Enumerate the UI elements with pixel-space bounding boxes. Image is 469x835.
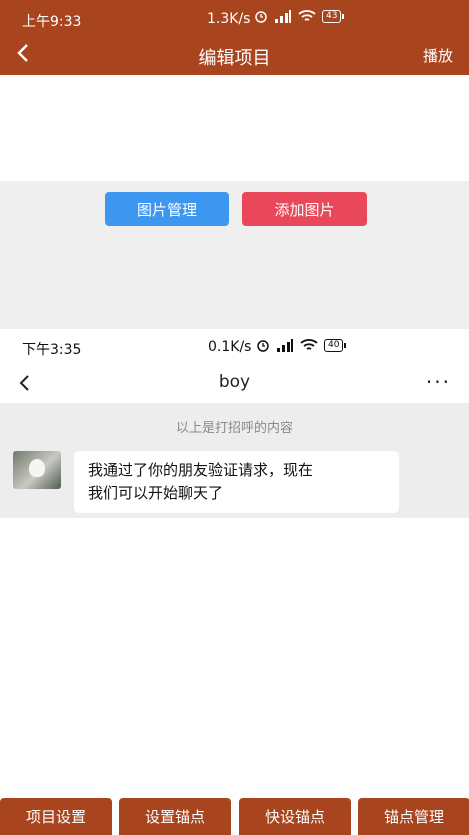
embedded-status-icons: 40 — [256, 338, 347, 352]
project-settings-button[interactable]: 项目设置 — [0, 798, 112, 835]
status-bar: 上午9:33 1.3K/s 43 — [0, 0, 469, 36]
chat-header: boy ··· — [0, 363, 469, 403]
anchor-manage-button[interactable]: 锚点管理 — [358, 798, 469, 835]
more-icon: ··· — [425, 370, 451, 394]
set-anchor-button[interactable]: 设置锚点 — [119, 798, 231, 835]
chat-title: boy — [218, 372, 251, 392]
message-line: 我通过了你的朋友验证请求，现在 — [88, 461, 314, 479]
battery-icon: 40 — [324, 338, 347, 352]
wifi-icon — [300, 338, 318, 350]
avatar — [13, 451, 61, 489]
signal-icon — [277, 338, 293, 352]
status-icons: 43 — [254, 9, 345, 23]
play-button[interactable]: 播放 — [423, 45, 453, 66]
embedded-status-time: 下午3:35 — [22, 342, 82, 358]
quick-anchor-button[interactable]: 快设锚点 — [239, 798, 351, 835]
alarm-icon — [257, 340, 269, 352]
message-bubble: 我通过了你的朋友验证请求，现在 我们可以开始聊天了 — [74, 451, 399, 513]
alarm-icon — [255, 11, 267, 23]
chat-body: 以上是打招呼的内容 我通过了你的朋友验证请求，现在 我们可以开始聊天了 — [0, 403, 469, 518]
battery-icon: 43 — [322, 9, 345, 23]
signal-icon — [275, 9, 291, 23]
status-time: 上午9:33 — [22, 14, 82, 30]
embedded-network-speed: 0.1K/s — [208, 339, 252, 355]
greeting-hint: 以上是打招呼的内容 — [175, 421, 293, 436]
image-manage-button[interactable]: 图片管理 — [105, 192, 229, 226]
page-title: 编辑项目 — [198, 48, 271, 69]
message-line: 我们可以开始聊天了 — [88, 484, 224, 502]
network-speed: 1.3K/s — [207, 11, 251, 27]
wifi-icon — [298, 9, 316, 21]
embedded-status-bar: 下午3:35 0.1K/s 40 — [0, 329, 469, 363]
add-image-button[interactable]: 添加图片 — [242, 192, 367, 226]
embedded-chat-screenshot: 下午3:35 0.1K/s 40 boy ··· 以上是打招呼的内容 我通过了你… — [0, 329, 469, 518]
app-header: 上午9:33 1.3K/s 43 编辑项目 播放 — [0, 0, 469, 75]
